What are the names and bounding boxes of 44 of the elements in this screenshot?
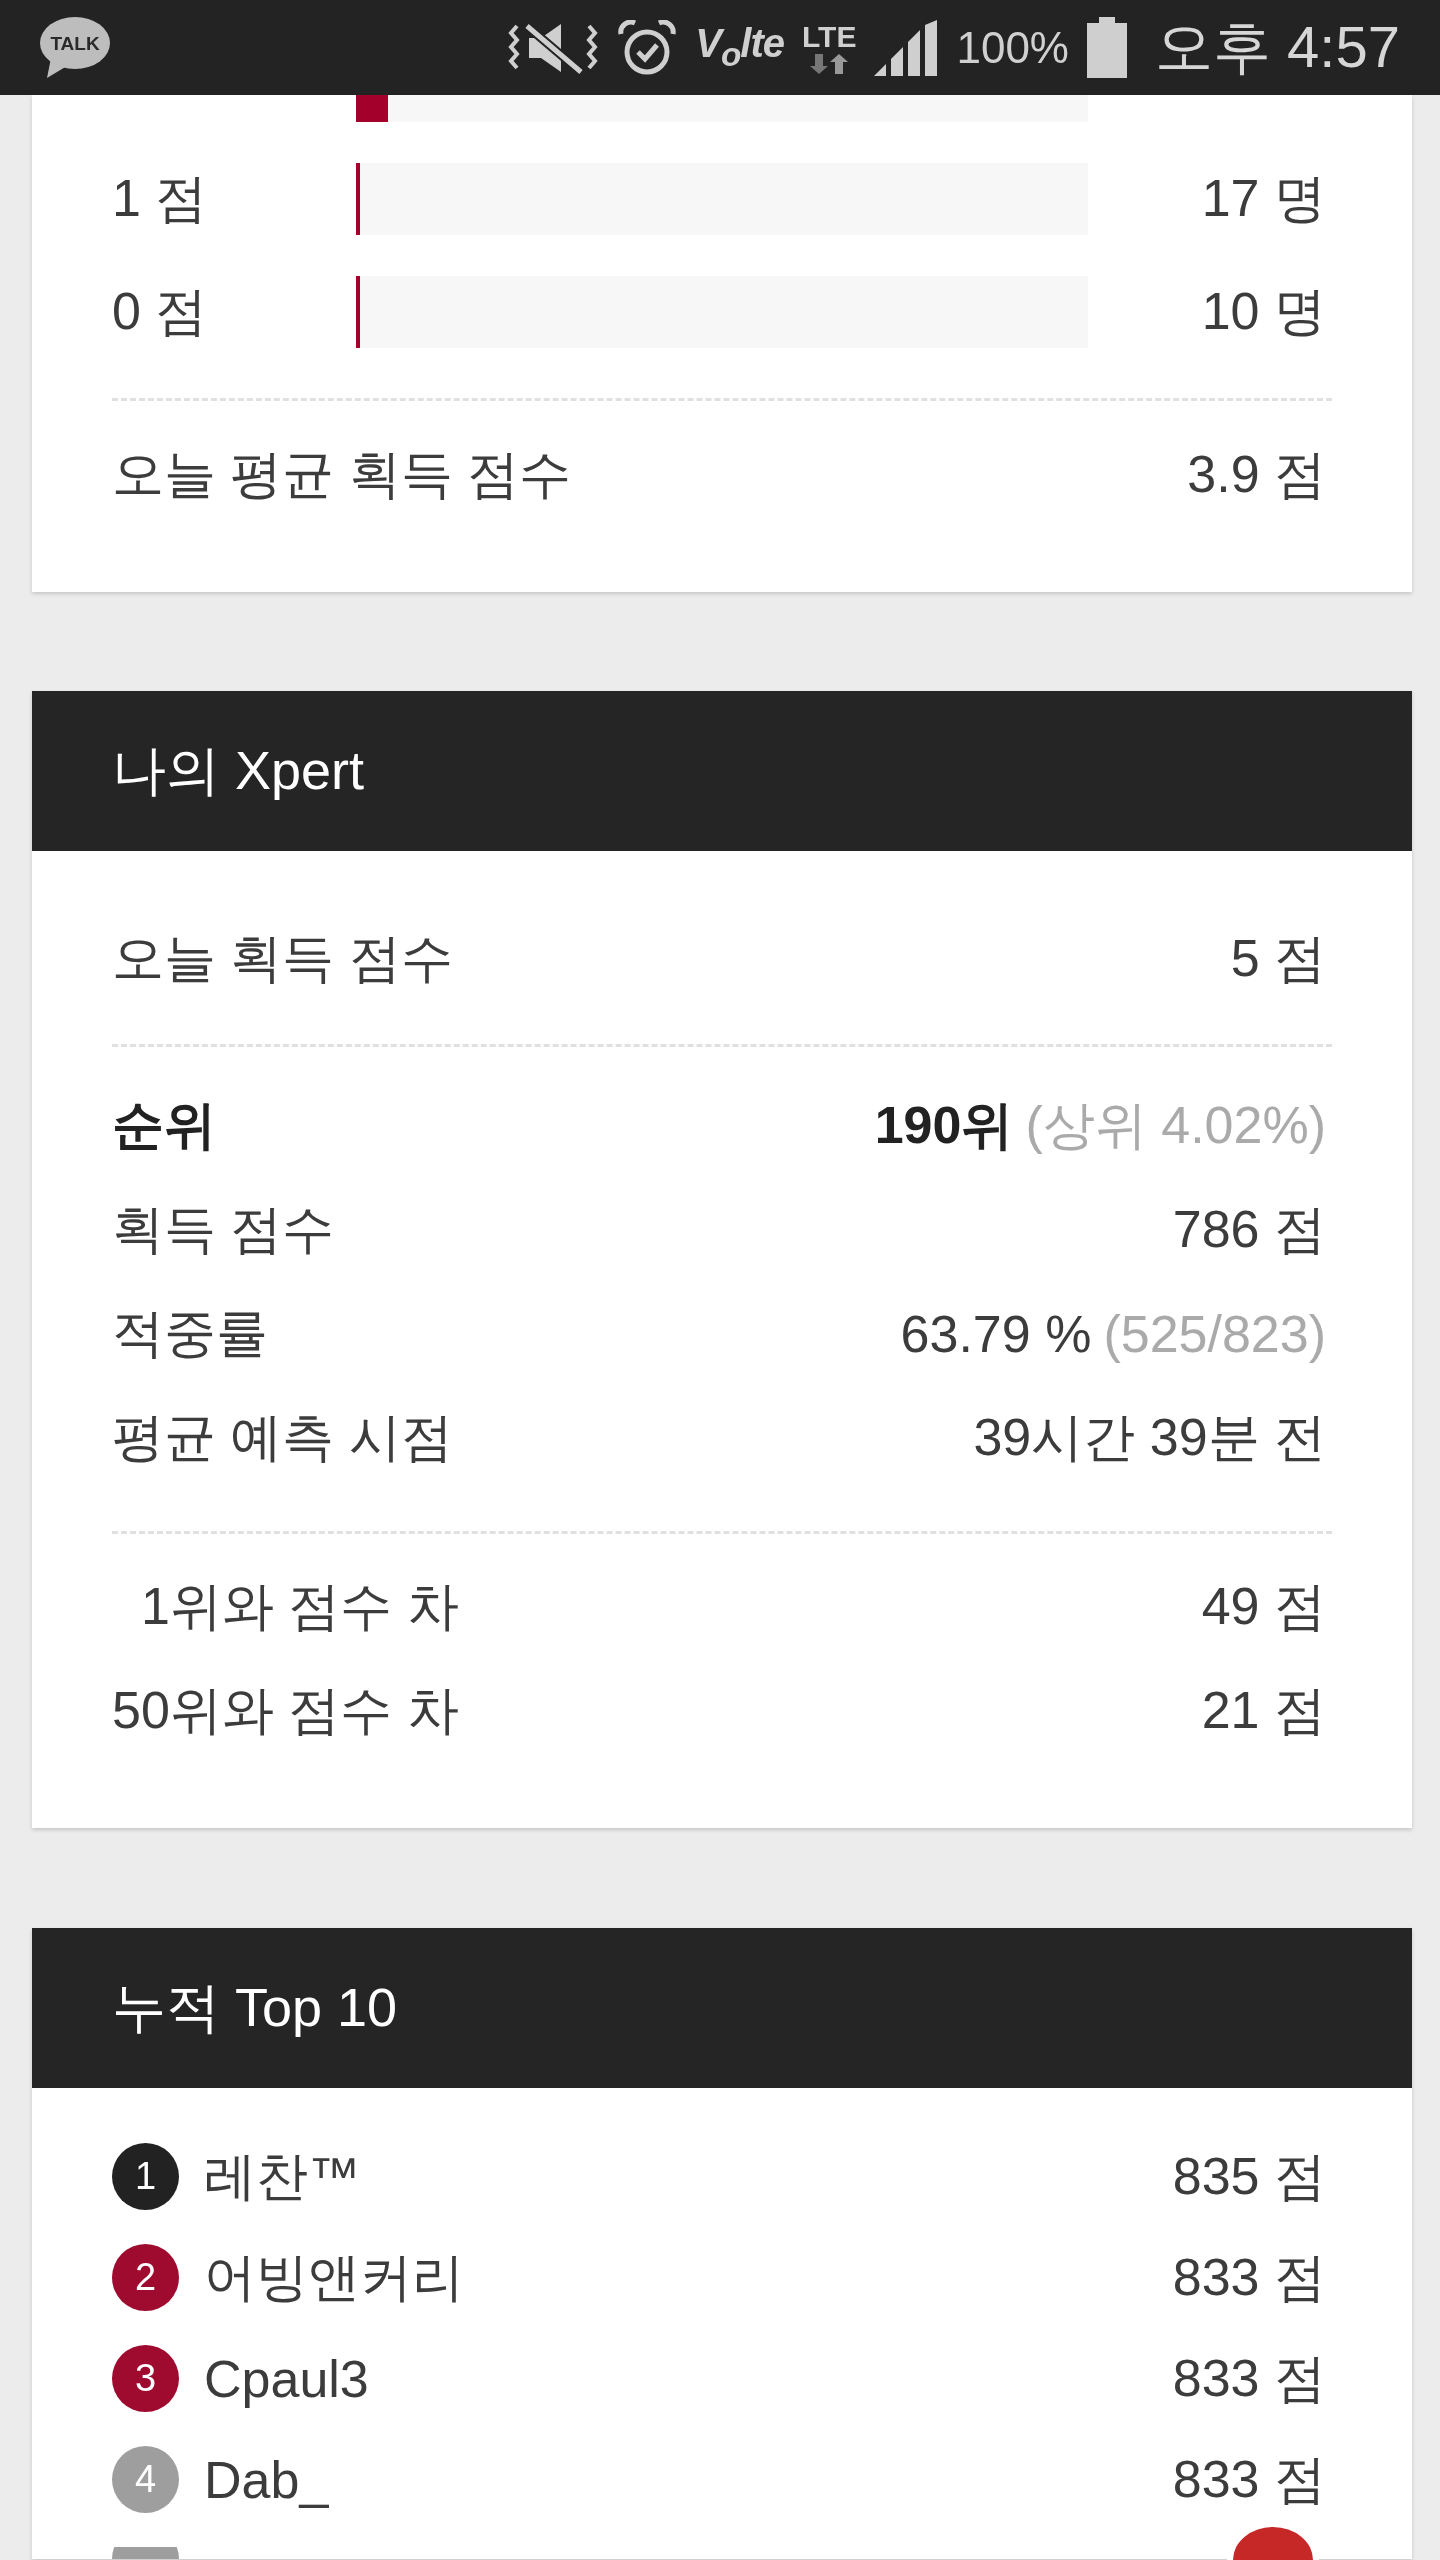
gap-value: 21 점 <box>1201 1680 1326 1741</box>
rank-badge: 3 <box>112 2345 179 2412</box>
stat-label: 획득 점수 <box>112 1199 335 1260</box>
player-score: 833 점 <box>1172 2246 1326 2308</box>
rank-badge: 1 <box>112 2143 179 2210</box>
rank-badge: 2 <box>112 2244 179 2311</box>
stat-value: 5 점 <box>1230 928 1326 989</box>
player-name[interactable]: Dab_ <box>204 2449 329 2510</box>
card-header: 누적 Top 10 <box>32 1928 1412 2088</box>
people-count: 10 명 <box>1201 281 1326 342</box>
player-score: 835 점 <box>1172 2145 1326 2207</box>
data-arrows-icon <box>809 53 850 74</box>
stat-value: 190위 <box>874 1095 1014 1156</box>
stat-label: 적중률 <box>112 1303 268 1364</box>
average-value: 3.9 점 <box>1187 444 1326 505</box>
signal-icon <box>874 19 939 76</box>
rank-badge: 4 <box>112 2446 179 2513</box>
player-name[interactable]: Cpaul3 <box>204 2348 369 2409</box>
gap-label: 50위와 점수 차 <box>112 1680 459 1741</box>
people-count: 17 명 <box>1201 168 1326 229</box>
card-header: 나의 Xpert <box>32 691 1412 851</box>
stat-label: 평균 예측 시점 <box>112 1407 453 1468</box>
stat-label: 오늘 획득 점수 <box>112 928 453 989</box>
stat-value: 39시간 39분 전 <box>973 1407 1326 1468</box>
score-label: 0 점 <box>112 281 208 342</box>
stat-value: 63.79 % <box>900 1304 1092 1364</box>
stat-label: 순위 <box>112 1095 216 1156</box>
battery-icon <box>1087 17 1127 78</box>
player-name[interactable]: 레찬™ <box>204 2141 360 2212</box>
stat-note: (상위 4.02%) <box>1025 1095 1326 1156</box>
player-score: 833 점 <box>1172 2347 1326 2409</box>
score-label: 1 점 <box>112 168 208 229</box>
battery-percent: 100% <box>956 22 1069 73</box>
gap-label: 1위와 점수 차 <box>139 1576 459 1637</box>
alarm-clock-icon <box>617 19 678 76</box>
volte-indicator: V$_{o}$lte <box>695 21 784 74</box>
stat-value: 786 점 <box>1172 1199 1326 1260</box>
network-type-label: LTE <box>802 21 857 52</box>
clock-time: 오후 4:57 <box>1155 12 1400 81</box>
average-label: 오늘 평균 획득 점수 <box>112 444 572 505</box>
player-score: 833 점 <box>1172 2448 1326 2510</box>
gap-value: 49 점 <box>1201 1576 1326 1637</box>
stat-note: (525/823) <box>1103 1304 1326 1364</box>
player-name[interactable]: 어빙앤커리 <box>204 2242 464 2313</box>
